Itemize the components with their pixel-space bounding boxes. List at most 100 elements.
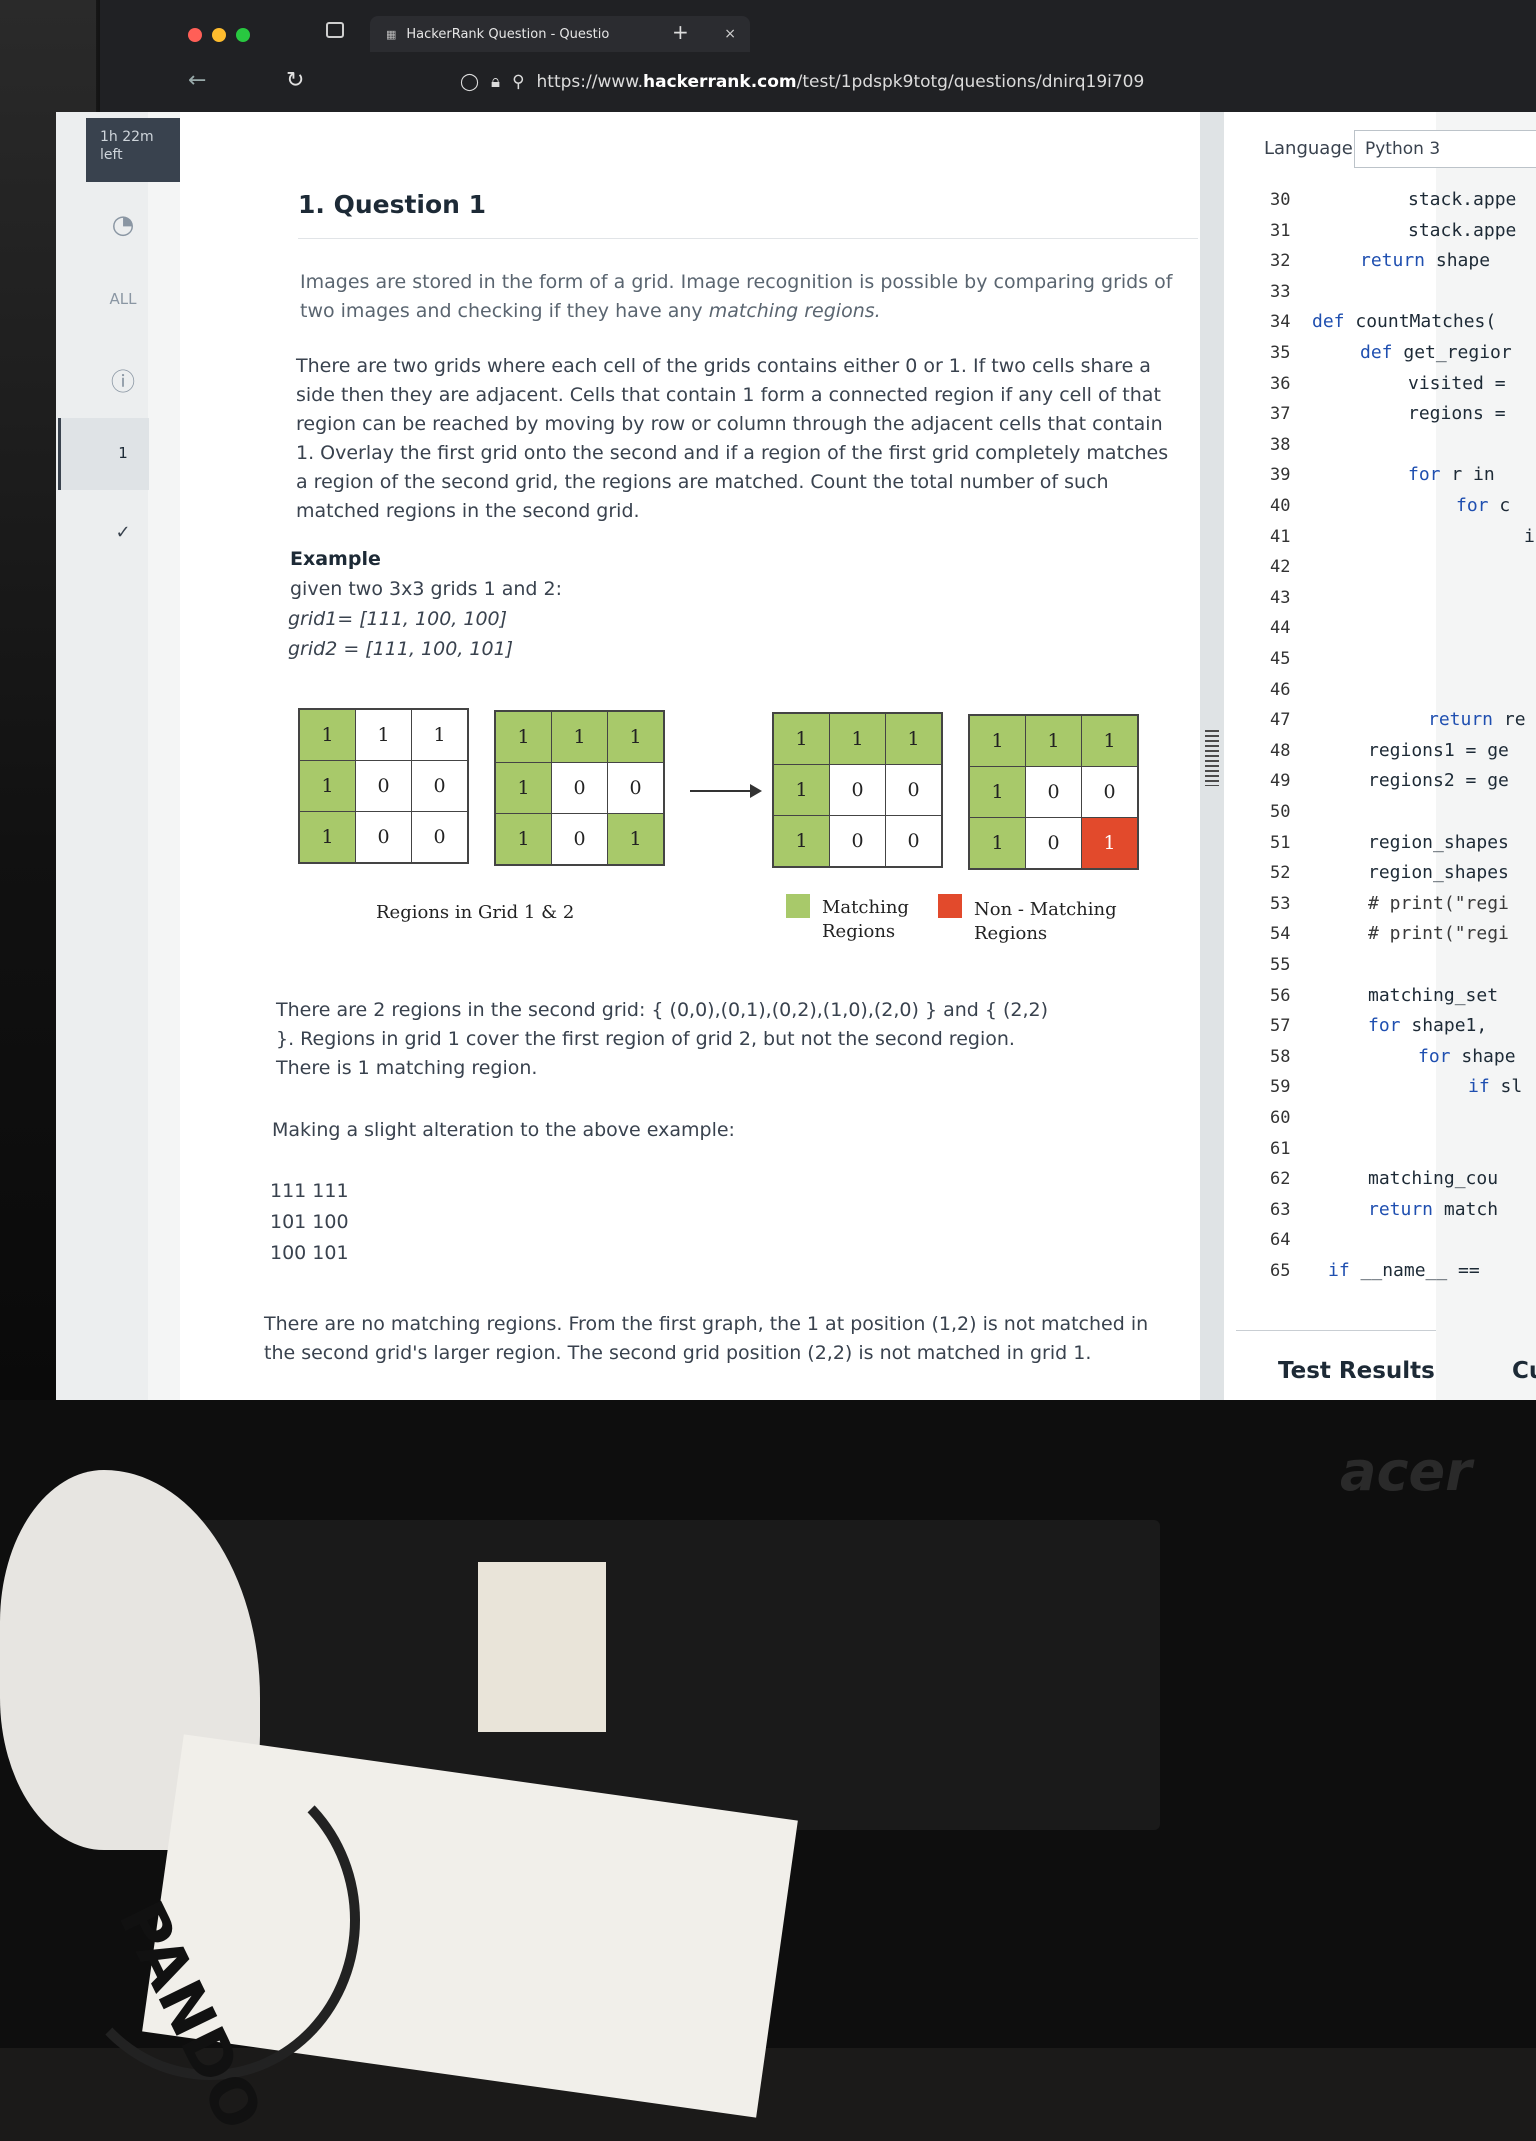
question-title: 1. Question 1 <box>298 190 487 219</box>
line-number: 32 <box>1270 251 1291 272</box>
tape-label <box>478 1562 606 1732</box>
example-line-grid1: grid1= [111, 100, 100] <box>288 608 508 630</box>
line-number: 33 <box>1270 281 1291 302</box>
line-number: 55 <box>1270 955 1291 975</box>
info-icon[interactable]: ⓘ <box>100 362 146 397</box>
problem-paragraph: There are two grids where each cell of t… <box>296 355 1169 522</box>
language-select[interactable]: Python 3 <box>1354 130 1536 168</box>
grid-cell: 0 <box>829 815 886 868</box>
line-number: 61 <box>1270 1138 1291 1159</box>
grid-cell: 0 <box>355 760 412 812</box>
code-line: if __name__ == <box>1328 1260 1480 1281</box>
permissions-icon: ⚲ <box>512 72 525 92</box>
grid-cell: 1 <box>829 712 886 765</box>
sidebar-item-question-1[interactable]: 1 <box>100 444 146 462</box>
code-line: for r in <box>1408 464 1495 486</box>
language-label: Language <box>1264 138 1353 159</box>
grid-cell: 1 <box>1081 817 1139 870</box>
grid-cell: 1 <box>551 710 608 763</box>
code-line: regions = <box>1408 403 1506 425</box>
editor-divider <box>1236 1330 1436 1331</box>
address-bar[interactable]: ◯ 🔒︎ ⚲ https://www.hackerrank.com/test/1… <box>460 72 1144 92</box>
legend-nonmatching: Non - Matching Regions <box>974 899 1117 944</box>
code-line: # print("regi <box>1368 923 1509 945</box>
tab-test-results[interactable]: Test Results <box>1278 1358 1435 1384</box>
lock-icon: 🔒︎ <box>491 72 501 92</box>
line-number: 52 <box>1270 863 1291 884</box>
line-number: 53 <box>1270 893 1291 914</box>
line-number: 34 <box>1270 312 1291 333</box>
url-text: https://www.hackerrank.com/test/1pdspk9t… <box>536 72 1145 92</box>
code-line: for shape <box>1418 1045 1516 1067</box>
line-number: 56 <box>1270 985 1291 1006</box>
code-line: def get_regior <box>1360 342 1512 363</box>
grid-cell: 1 <box>772 815 830 868</box>
grid-cell: 1 <box>607 710 665 763</box>
grid-cell: 0 <box>551 762 608 814</box>
grid-cell: 0 <box>885 764 943 816</box>
grid-cell: 1 <box>607 813 665 866</box>
tab-overview-icon[interactable] <box>326 22 344 38</box>
line-number: 45 <box>1270 649 1291 669</box>
line-number: 38 <box>1270 434 1291 455</box>
line-number: 40 <box>1270 496 1291 516</box>
reload-icon[interactable]: ↻ <box>286 68 304 93</box>
code-line: return match <box>1368 1198 1499 1220</box>
minimize-window-icon[interactable] <box>212 28 226 42</box>
grid-cell: 1 <box>968 714 1026 767</box>
line-number: 57 <box>1270 1016 1291 1037</box>
line-number: 49 <box>1270 771 1291 792</box>
code-line: visited = <box>1408 372 1506 394</box>
maximize-window-icon[interactable] <box>236 28 250 42</box>
line-number: 39 <box>1270 465 1291 486</box>
conclusion-paragraph: There are no matching regions. From the … <box>264 1313 1149 1364</box>
figure-caption: Regions in Grid 1 & 2 <box>376 902 575 923</box>
code-line: # print("regi <box>1368 892 1509 914</box>
clock-icon: ◔ <box>111 210 135 240</box>
grid-cell: 0 <box>551 813 608 866</box>
code-line: region_shapes <box>1368 862 1509 884</box>
example-line-grid2: grid2 = [111, 100, 101] <box>288 638 514 660</box>
line-number: 43 <box>1270 587 1291 608</box>
explanation-paragraph: There are 2 regions in the second grid: … <box>276 999 1049 1079</box>
grid-cell: 1 <box>411 708 469 761</box>
grid-cell: 1 <box>772 712 830 765</box>
code-line: stack.appe <box>1408 219 1517 241</box>
example-line-1: given two 3x3 grids 1 and 2: <box>290 578 563 600</box>
back-arrow-icon[interactable]: ← <box>188 68 206 93</box>
grid1-figure: 111100100 <box>298 708 469 864</box>
line-number: 42 <box>1270 557 1291 578</box>
time-left-label: left <box>100 147 123 163</box>
close-window-icon[interactable] <box>188 28 202 42</box>
browser-tab[interactable]: ▦ HackerRank Question - Questio × <box>370 16 750 52</box>
legend-matching: Matching Regions <box>822 897 909 942</box>
browser-toolbar: ▦ HackerRank Question - Questio × + ← ↻ … <box>100 0 1536 112</box>
new-tab-button[interactable]: + <box>672 20 689 44</box>
grid2-overlay-figure: 111100101 <box>968 714 1139 870</box>
grid2-figure: 111100101 <box>494 710 665 866</box>
title-divider <box>298 238 1198 239</box>
line-number: 62 <box>1270 1169 1291 1190</box>
grid-cell: 1 <box>298 760 356 812</box>
tab-custom-input[interactable]: Cu <box>1512 1358 1536 1384</box>
code-line: regions2 = ge <box>1368 770 1509 792</box>
line-number: 36 <box>1270 373 1291 394</box>
grid-cell: 0 <box>355 811 412 864</box>
tab-close-icon[interactable]: × <box>724 26 736 42</box>
code-line: stack.appe <box>1408 189 1517 210</box>
grid-cell: 1 <box>1025 714 1082 767</box>
line-number: 35 <box>1270 343 1291 363</box>
grid-cell: 1 <box>298 708 356 761</box>
code-line: matching_set <box>1368 984 1499 1006</box>
hackerrank-favicon-icon: ▦ <box>386 27 397 41</box>
altered-line-2: 101 100 <box>270 1211 349 1233</box>
altered-line-3: 100 101 <box>270 1242 349 1264</box>
resize-handle-icon[interactable] <box>1205 730 1219 786</box>
filter-all[interactable]: ALL <box>100 290 146 308</box>
code-line: return re <box>1428 709 1526 731</box>
grid-cell: 0 <box>1025 766 1082 818</box>
grid-cell: 1 <box>494 762 552 814</box>
code-line: for shape1, <box>1368 1015 1488 1037</box>
grid-cell: 1 <box>968 817 1026 870</box>
line-number: 54 <box>1270 924 1291 945</box>
